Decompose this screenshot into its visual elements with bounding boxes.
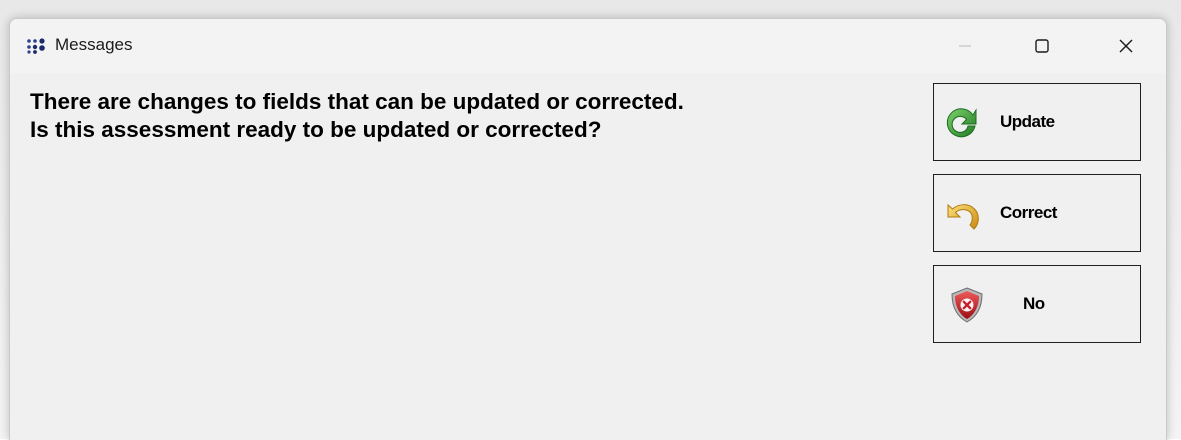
close-button[interactable] xyxy=(1103,19,1149,73)
maximize-icon xyxy=(1035,39,1049,53)
update-button-label: Update xyxy=(1000,112,1055,131)
shield-x-icon xyxy=(951,287,983,323)
message-text: There are changes to fields that can be … xyxy=(30,88,920,144)
message-line-2: Is this assessment ready to be updated o… xyxy=(30,117,602,142)
undo-arrow-icon xyxy=(947,203,979,230)
maximize-button[interactable] xyxy=(1019,19,1065,73)
no-button[interactable]: No xyxy=(933,265,1141,343)
update-button[interactable]: Update xyxy=(933,83,1141,161)
minimize-button[interactable] xyxy=(942,19,988,73)
no-button-label: No xyxy=(1023,294,1045,313)
window-title: Messages xyxy=(55,35,133,54)
title-bar[interactable]: Messages xyxy=(10,19,1166,73)
dots-grid-icon xyxy=(27,38,45,54)
refresh-arrow-icon xyxy=(946,108,977,138)
close-icon xyxy=(1119,39,1133,53)
correct-button-label: Correct xyxy=(1000,203,1057,222)
messages-dialog: Messages There are changes to fields tha… xyxy=(9,18,1167,440)
minimize-icon xyxy=(959,45,971,47)
correct-button[interactable]: Correct xyxy=(933,174,1141,252)
message-line-1: There are changes to fields that can be … xyxy=(30,89,684,114)
